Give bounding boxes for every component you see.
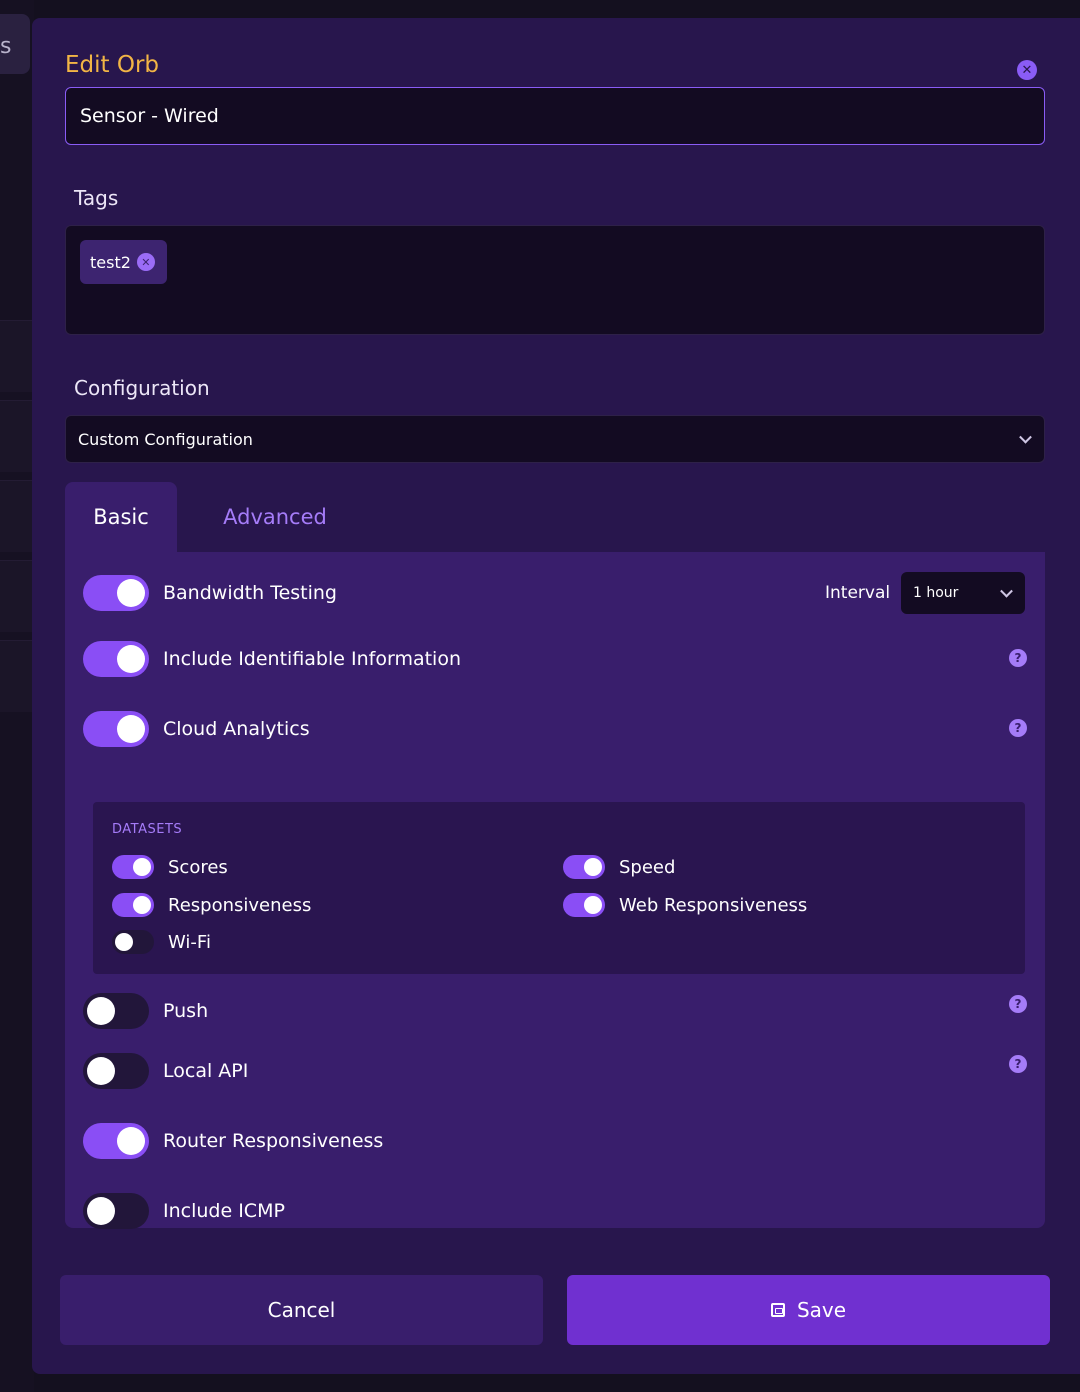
toggle-knob bbox=[117, 1127, 145, 1155]
dataset-wifi-toggle[interactable] bbox=[112, 930, 154, 954]
dataset-responsiveness-toggle[interactable] bbox=[112, 893, 154, 917]
background-row bbox=[0, 560, 32, 632]
identifiable-info-row: Include Identifiable Information ? bbox=[83, 641, 1027, 677]
toggle-knob bbox=[584, 896, 602, 914]
toggle-knob bbox=[117, 645, 145, 673]
question-circle-icon[interactable]: ? bbox=[1009, 719, 1027, 737]
settings-tabs: Basic Advanced bbox=[65, 482, 1045, 552]
toggle-knob bbox=[133, 858, 151, 876]
background-row bbox=[0, 320, 32, 392]
interval-select[interactable]: 1 hour bbox=[901, 572, 1025, 614]
background-tab-stub-label: s bbox=[0, 34, 12, 59]
interval-select-value: 1 hour bbox=[913, 585, 959, 601]
include-icmp-row: Include ICMP bbox=[83, 1193, 1027, 1229]
tag-chip: test2 ✕ bbox=[80, 240, 167, 284]
close-icon[interactable]: ✕ bbox=[1017, 60, 1037, 80]
background-row bbox=[0, 480, 32, 552]
tag-remove-icon[interactable]: ✕ bbox=[136, 253, 155, 271]
push-toggle[interactable] bbox=[83, 993, 149, 1029]
datasets-title: DATASETS bbox=[112, 822, 183, 837]
bandwidth-testing-toggle[interactable] bbox=[83, 575, 149, 611]
dataset-responsiveness-label: Responsiveness bbox=[168, 894, 312, 916]
identifiable-info-toggle[interactable] bbox=[83, 641, 149, 677]
dataset-web-responsiveness-toggle[interactable] bbox=[563, 893, 605, 917]
orb-name-input[interactable] bbox=[65, 87, 1045, 145]
question-circle-icon[interactable]: ? bbox=[1009, 649, 1027, 667]
background-tab-stub[interactable]: s bbox=[0, 14, 30, 74]
configuration-select[interactable]: Custom Configuration bbox=[65, 415, 1045, 463]
toggle-knob bbox=[87, 1057, 115, 1085]
router-responsiveness-row: Router Responsiveness bbox=[83, 1123, 1027, 1159]
push-label: Push bbox=[163, 1000, 209, 1022]
include-icmp-toggle[interactable] bbox=[83, 1193, 149, 1229]
local-api-toggle[interactable] bbox=[83, 1053, 149, 1089]
toggle-knob bbox=[87, 997, 115, 1025]
cancel-button[interactable]: Cancel bbox=[60, 1275, 543, 1345]
configuration-select-value: Custom Configuration bbox=[78, 429, 253, 449]
toggle-knob bbox=[87, 1197, 115, 1225]
toggle-knob bbox=[117, 579, 145, 607]
background-row bbox=[0, 400, 32, 472]
edit-orb-modal: Edit Orb ✕ Tags test2 ✕ Configuration Cu… bbox=[32, 18, 1080, 1374]
tags-label: Tags bbox=[74, 186, 119, 210]
chevron-down-icon bbox=[1000, 584, 1013, 598]
tab-advanced[interactable]: Advanced bbox=[205, 482, 345, 552]
save-button-label: Save bbox=[796, 1298, 847, 1322]
dataset-wifi-label: Wi-Fi bbox=[168, 931, 211, 953]
datasets-box: DATASETS Scores Speed Responsiveness Web… bbox=[93, 802, 1025, 974]
router-responsiveness-label: Router Responsiveness bbox=[163, 1130, 384, 1152]
dataset-speed-toggle[interactable] bbox=[563, 855, 605, 879]
identifiable-info-label: Include Identifiable Information bbox=[163, 648, 461, 670]
toggle-knob bbox=[117, 715, 145, 743]
cloud-analytics-row: Cloud Analytics ? bbox=[83, 711, 1027, 747]
bandwidth-testing-row: Bandwidth Testing Interval 1 hour bbox=[83, 572, 1027, 614]
dataset-speed-label: Speed bbox=[619, 856, 676, 878]
dataset-scores-label: Scores bbox=[168, 856, 228, 878]
dataset-scores-toggle[interactable] bbox=[112, 855, 154, 879]
cloud-analytics-toggle[interactable] bbox=[83, 711, 149, 747]
tag-chip-label: test2 bbox=[90, 252, 131, 272]
modal-title: Edit Orb bbox=[65, 52, 160, 78]
interval-label: Interval bbox=[825, 583, 891, 603]
router-responsiveness-toggle[interactable] bbox=[83, 1123, 149, 1159]
cancel-button-label: Cancel bbox=[267, 1298, 336, 1322]
toggle-knob bbox=[133, 896, 151, 914]
basic-settings-panel: Bandwidth Testing Interval 1 hour Includ… bbox=[65, 552, 1045, 1229]
configuration-label: Configuration bbox=[74, 376, 210, 400]
push-row: Push ? bbox=[83, 993, 1027, 1029]
background-row bbox=[0, 640, 32, 712]
tags-input[interactable]: test2 ✕ bbox=[65, 225, 1045, 335]
floppy-disk-icon bbox=[770, 1303, 785, 1317]
bandwidth-testing-label: Bandwidth Testing bbox=[163, 582, 337, 604]
chevron-down-icon bbox=[1019, 430, 1032, 444]
local-api-row: Local API ? bbox=[83, 1053, 1027, 1089]
toggle-knob bbox=[584, 858, 602, 876]
save-button[interactable]: Save bbox=[567, 1275, 1050, 1345]
dataset-web-responsiveness-label: Web Responsiveness bbox=[619, 894, 808, 916]
local-api-label: Local API bbox=[163, 1060, 249, 1082]
cloud-analytics-label: Cloud Analytics bbox=[163, 718, 310, 740]
tab-basic[interactable]: Basic bbox=[65, 482, 177, 552]
include-icmp-label: Include ICMP bbox=[163, 1200, 285, 1222]
question-circle-icon[interactable]: ? bbox=[1009, 995, 1027, 1013]
toggle-knob bbox=[115, 933, 133, 951]
question-circle-icon[interactable]: ? bbox=[1009, 1055, 1027, 1073]
